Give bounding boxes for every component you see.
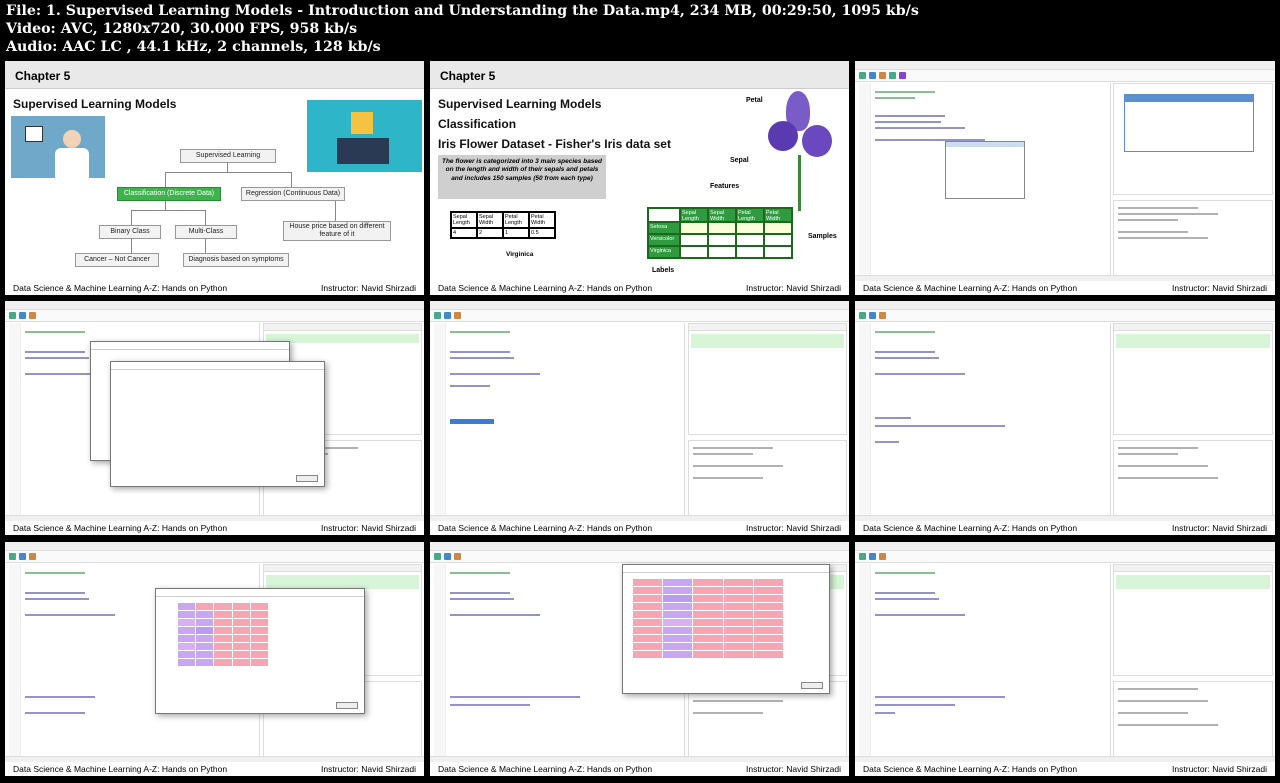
- ipython-console[interactable]: [1113, 200, 1273, 277]
- slide-footer: Data Science & Machine Learning A-Z: Han…: [430, 762, 849, 776]
- file-info-header: File: 1. Supervised Learning Models - In…: [6, 2, 919, 56]
- node-diagnosis: Diagnosis based on symptoms: [183, 253, 289, 267]
- iris-data-table: Sepal Length Sepal Width Petal Length Pe…: [647, 207, 793, 259]
- selected-code: [450, 419, 494, 424]
- features-label: Features: [710, 183, 740, 190]
- dataframe-viewer-dialog[interactable]: [622, 564, 830, 694]
- slide-footer: Data Science & Machine Learning A-Z: Han…: [5, 521, 424, 535]
- close-button[interactable]: [336, 702, 358, 709]
- house-laptop-image: [307, 100, 422, 172]
- slide-title: Supervised Learning Models: [438, 97, 602, 111]
- node-multi-class: Multi-Class: [175, 225, 237, 239]
- node-classification: Classification (Discrete Data): [117, 187, 221, 201]
- autocomplete-popup[interactable]: [945, 141, 1025, 199]
- thumbnail-3: Data Science & Machine Learning A-Z: Han…: [855, 61, 1275, 295]
- node-cancer: Cancer – Not Cancer: [75, 253, 159, 267]
- usage-box: [1124, 94, 1255, 152]
- petal-label: Petal: [746, 97, 763, 104]
- slide-footer: Data Science & Machine Learning A-Z: Han…: [855, 281, 1275, 295]
- menu-bar: [855, 61, 1275, 70]
- thumbnail-6: Data Science & Machine Learning A-Z: Han…: [855, 301, 1275, 535]
- thumbnail-7: Data Science & Machine Learning A-Z: Han…: [5, 542, 424, 776]
- target-names-dialog[interactable]: [110, 361, 325, 487]
- slide-title: Supervised Learning Models: [13, 97, 177, 111]
- chapter-label: Chapter 5: [430, 61, 849, 89]
- slide-footer: Data Science & Machine Learning A-Z: Han…: [855, 762, 1275, 776]
- slide-footer: Data Science & Machine Learning A-Z: Han…: [430, 521, 849, 535]
- toolbar: [855, 70, 1275, 82]
- variable-explorer: [1113, 564, 1273, 677]
- thumbnail-8: Data Science & Machine Learning A-Z: Han…: [430, 542, 849, 776]
- labels-label: Labels: [652, 267, 675, 274]
- ipython-console[interactable]: [687, 440, 847, 517]
- thumbnail-2: Chapter 5 Supervised Learning Models Cla…: [430, 61, 849, 295]
- slide-footer: Data Science & Machine Learning A-Z: Han…: [430, 281, 849, 295]
- dataset-title: Iris Flower Dataset - Fisher's Iris data…: [438, 137, 671, 151]
- code-editor[interactable]: [434, 323, 686, 519]
- samples-label: Samples: [808, 233, 837, 240]
- doctor-image: [11, 116, 105, 178]
- thumbnail-5: Data Science & Machine Learning A-Z: Han…: [430, 301, 849, 535]
- code-editor[interactable]: [859, 323, 1111, 519]
- slide-footer: Data Science & Machine Learning A-Z: Han…: [5, 762, 424, 776]
- iris-flower-image: [768, 91, 840, 211]
- slide-subtitle: Classification: [438, 117, 517, 131]
- node-house-price: House price based on different feature o…: [283, 221, 391, 241]
- code-editor[interactable]: [859, 564, 1111, 760]
- slide-footer: Data Science & Machine Learning A-Z: Han…: [5, 281, 424, 295]
- slide-footer: Data Science & Machine Learning A-Z: Han…: [855, 521, 1275, 535]
- node-binary-class: Binary Class: [99, 225, 161, 239]
- audio-line: Audio: AAC LC , 44.1 kHz, 2 channels, 12…: [6, 39, 381, 55]
- file-line: File: 1. Supervised Learning Models - In…: [6, 3, 919, 19]
- video-line: Video: AVC, 1280x720, 30.000 FPS, 958 kb…: [6, 21, 358, 37]
- close-button[interactable]: [296, 475, 318, 482]
- thumbnail-9: Data Science & Machine Learning A-Z: Han…: [855, 542, 1275, 776]
- variable-explorer: [687, 323, 847, 436]
- dataframe-viewer-dialog[interactable]: [155, 588, 365, 714]
- close-button[interactable]: [801, 682, 823, 689]
- virginica-label: Virginica: [506, 251, 534, 258]
- thumbnail-4: Data Science & Machine Learning A-Z: Han…: [5, 301, 424, 535]
- node-supervised-learning: Supervised Learning: [180, 149, 276, 163]
- node-regression: Regression (Continuous Data): [241, 187, 345, 201]
- chapter-label: Chapter 5: [5, 61, 424, 89]
- variable-explorer: [1113, 323, 1273, 436]
- sepal-label: Sepal: [730, 157, 749, 164]
- thumbnail-1: Chapter 5 Supervised Learning Models Sup…: [5, 61, 424, 295]
- dataset-description: The flower is categorized into 3 main sp…: [438, 155, 606, 199]
- ipython-console[interactable]: [1113, 681, 1273, 758]
- help-pane: [1113, 83, 1273, 196]
- small-feature-table: Sepal Length Sepal Width Petal Length Pe…: [450, 211, 556, 239]
- ipython-console[interactable]: [1113, 440, 1273, 517]
